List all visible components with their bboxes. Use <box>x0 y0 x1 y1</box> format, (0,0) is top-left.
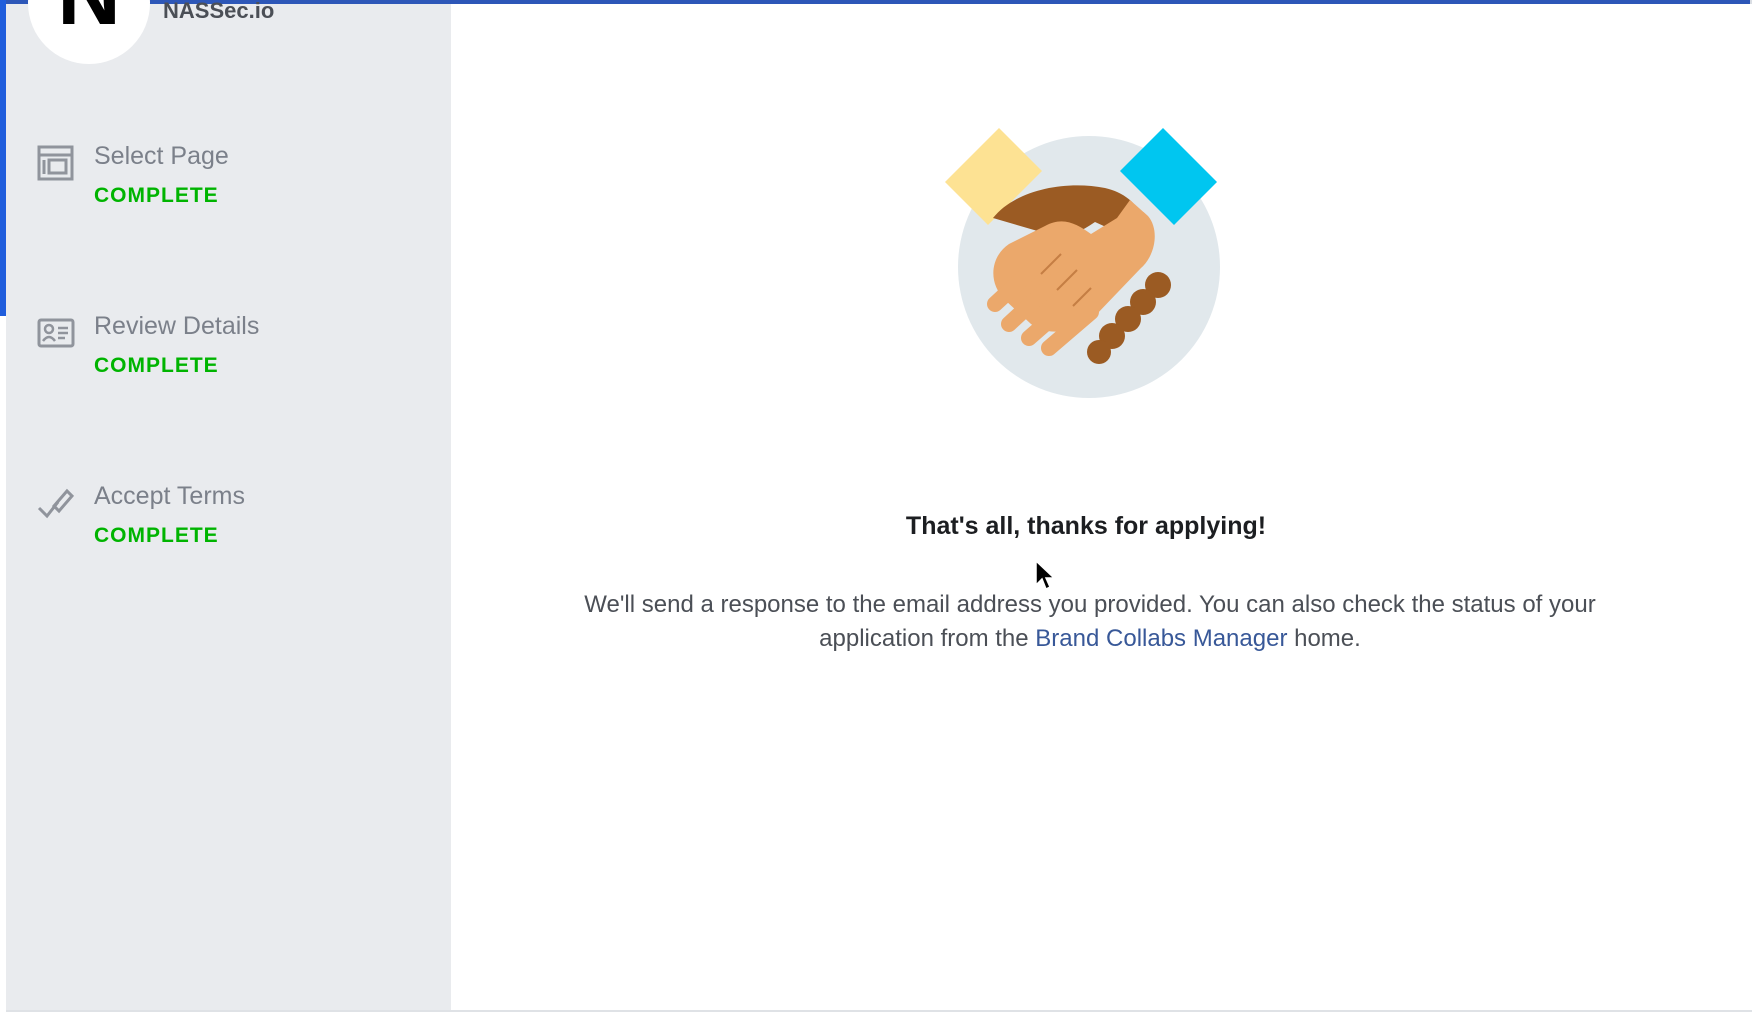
step-status: COMPLETE <box>94 524 219 547</box>
bottom-divider <box>6 1010 1752 1012</box>
confirmation-message: We'll send a response to the email addre… <box>540 588 1640 656</box>
step-label: Select Page <box>94 142 229 170</box>
handshake-illustration <box>945 128 1235 408</box>
pen-check-icon <box>36 484 76 524</box>
id-card-icon <box>36 314 76 354</box>
confirmation-headline: That's all, thanks for applying! <box>905 512 1267 540</box>
brand-collabs-manager-link[interactable]: Brand Collabs Manager <box>1035 625 1287 652</box>
step-status: COMPLETE <box>94 184 219 207</box>
step-review-details[interactable]: Review Details COMPLETE <box>36 312 436 392</box>
avatar-letter: N <box>28 0 150 38</box>
page-name: NASSec.io <box>163 0 275 23</box>
page-avatar[interactable]: N <box>28 0 150 64</box>
step-label: Review Details <box>94 312 260 340</box>
step-status: COMPLETE <box>94 354 219 377</box>
step-select-page[interactable]: Select Page COMPLETE <box>36 142 436 222</box>
step-label: Accept Terms <box>94 482 245 510</box>
progress-sidebar: N NASSec.io Select Page COMPLETE R <box>6 0 451 1010</box>
message-text-end: home. <box>1287 625 1361 652</box>
page-icon <box>36 144 76 184</box>
step-accept-terms[interactable]: Accept Terms COMPLETE <box>36 482 436 562</box>
mouse-cursor-icon <box>1034 559 1056 593</box>
